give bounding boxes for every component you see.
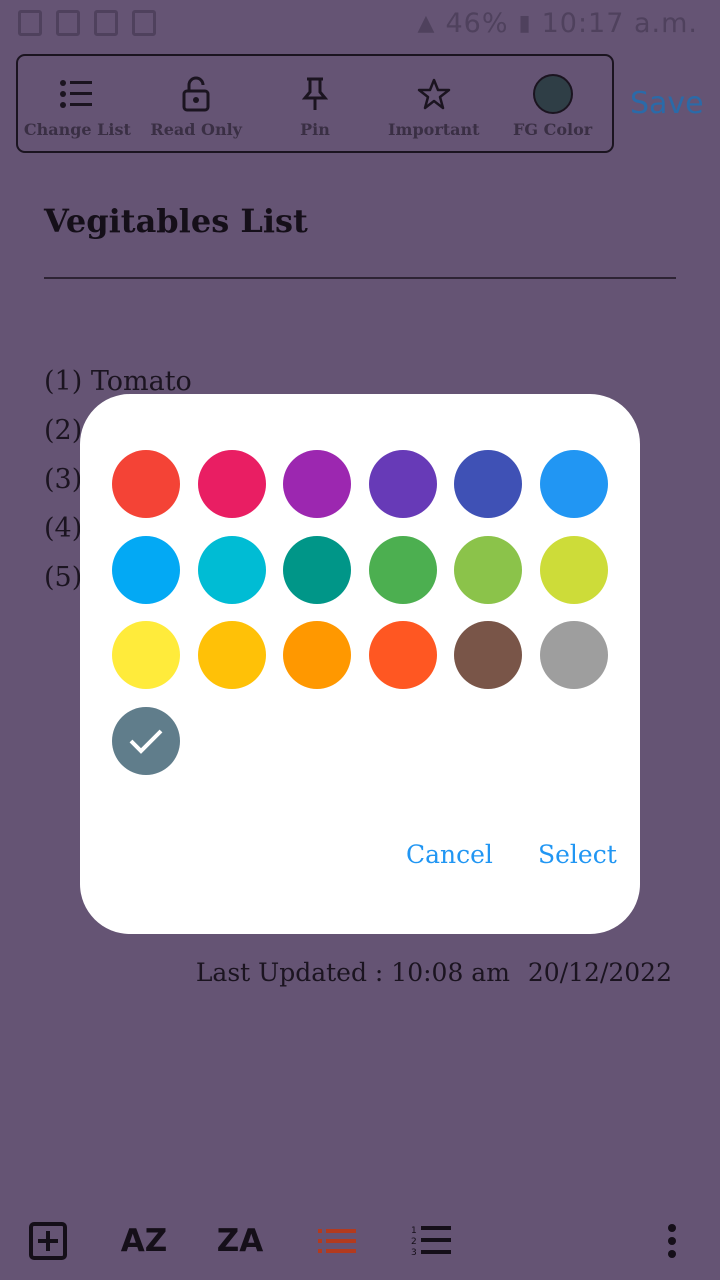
status-bar: ▲ 46% ▮ 10:17 a.m. xyxy=(0,0,720,50)
clock: 10:17 a.m. xyxy=(541,8,698,39)
color-swatch[interactable] xyxy=(197,450,266,518)
sort-za-button[interactable]: ZA xyxy=(212,1210,268,1272)
read-only-label: Read Only xyxy=(150,120,242,139)
color-swatch[interactable] xyxy=(197,621,266,690)
change-list-button[interactable]: Change List xyxy=(18,56,137,151)
color-swatch[interactable] xyxy=(540,621,608,690)
color-swatch[interactable] xyxy=(283,535,352,604)
color-swatch[interactable] xyxy=(540,535,608,604)
upload-icon xyxy=(94,10,118,36)
color-swatch[interactable] xyxy=(112,621,180,690)
select-button[interactable]: Select xyxy=(538,840,617,869)
color-swatch[interactable] xyxy=(283,621,352,690)
color-swatch[interactable] xyxy=(283,450,352,518)
battery-icon: ▮ xyxy=(518,11,532,36)
last-updated-date: 20/12/2022 xyxy=(527,958,672,987)
add-item-button[interactable] xyxy=(28,1210,68,1272)
bullet-list-icon xyxy=(318,1229,356,1253)
usb-icon xyxy=(18,10,42,36)
color-swatch[interactable] xyxy=(197,535,266,604)
read-only-button[interactable]: Read Only xyxy=(137,56,256,151)
color-swatch[interactable] xyxy=(368,450,437,518)
battery-level: 46% xyxy=(445,8,509,39)
color-swatch[interactable] xyxy=(112,706,180,775)
color-swatch[interactable] xyxy=(112,450,180,518)
color-picker-dialog: Cancel Select xyxy=(80,394,640,934)
pin-button[interactable]: Pin xyxy=(256,56,375,151)
svg-text:3: 3 xyxy=(411,1248,417,1258)
cancel-button[interactable]: Cancel xyxy=(406,840,493,869)
numbered-list-icon: 1 2 3 xyxy=(411,1226,451,1258)
title-divider xyxy=(44,277,676,279)
note-toolbar: Change List Read Only Pin Important FG C… xyxy=(16,54,614,153)
check-icon xyxy=(129,729,163,754)
status-right: ▲ 46% ▮ 10:17 a.m. xyxy=(418,8,698,39)
bullet-list-button[interactable] xyxy=(316,1210,358,1272)
last-updated: Last Updated : 10:08 am 20/12/2022 xyxy=(196,958,672,987)
add-box-icon xyxy=(29,1222,67,1260)
color-swatch[interactable] xyxy=(540,450,608,518)
color-swatch[interactable] xyxy=(454,535,523,604)
pin-label: Pin xyxy=(300,120,330,139)
signal-icon: ▲ xyxy=(417,11,436,36)
notification-icons xyxy=(18,10,156,36)
change-list-label: Change List xyxy=(23,120,131,139)
pin-icon xyxy=(301,74,328,114)
unlock-icon xyxy=(181,74,211,114)
color-swatch[interactable] xyxy=(368,535,437,604)
gallery-icon xyxy=(132,10,156,36)
color-swatch[interactable] xyxy=(454,621,523,690)
fg-color-label: FG Color xyxy=(512,120,593,139)
list-icon xyxy=(59,74,95,114)
save-button[interactable]: Save xyxy=(630,86,704,121)
color-swatch[interactable] xyxy=(454,450,523,518)
last-updated-label: Last Updated : 10:08 am xyxy=(195,958,510,987)
svg-text:1: 1 xyxy=(411,1226,417,1236)
color-swatch[interactable] xyxy=(368,621,437,690)
bottom-toolbar: AZ ZA 1 2 3 xyxy=(0,1210,720,1272)
star-icon xyxy=(417,74,451,114)
fg-color-icon-wrap xyxy=(532,74,573,114)
numbered-list-button[interactable]: 1 2 3 xyxy=(410,1210,452,1272)
sort-az-button[interactable]: AZ xyxy=(116,1210,172,1272)
color-swatch[interactable] xyxy=(112,535,180,604)
note-title[interactable]: Vegitables List xyxy=(44,202,308,240)
fg-color-button[interactable]: FG Color xyxy=(493,56,612,151)
important-button[interactable]: Important xyxy=(374,56,493,151)
important-label: Important xyxy=(388,120,480,139)
svg-text:2: 2 xyxy=(411,1237,417,1247)
more-options-button[interactable] xyxy=(660,1210,684,1272)
image-icon xyxy=(56,10,80,36)
more-vert-icon xyxy=(668,1224,676,1258)
fg-color-swatch xyxy=(532,74,573,114)
